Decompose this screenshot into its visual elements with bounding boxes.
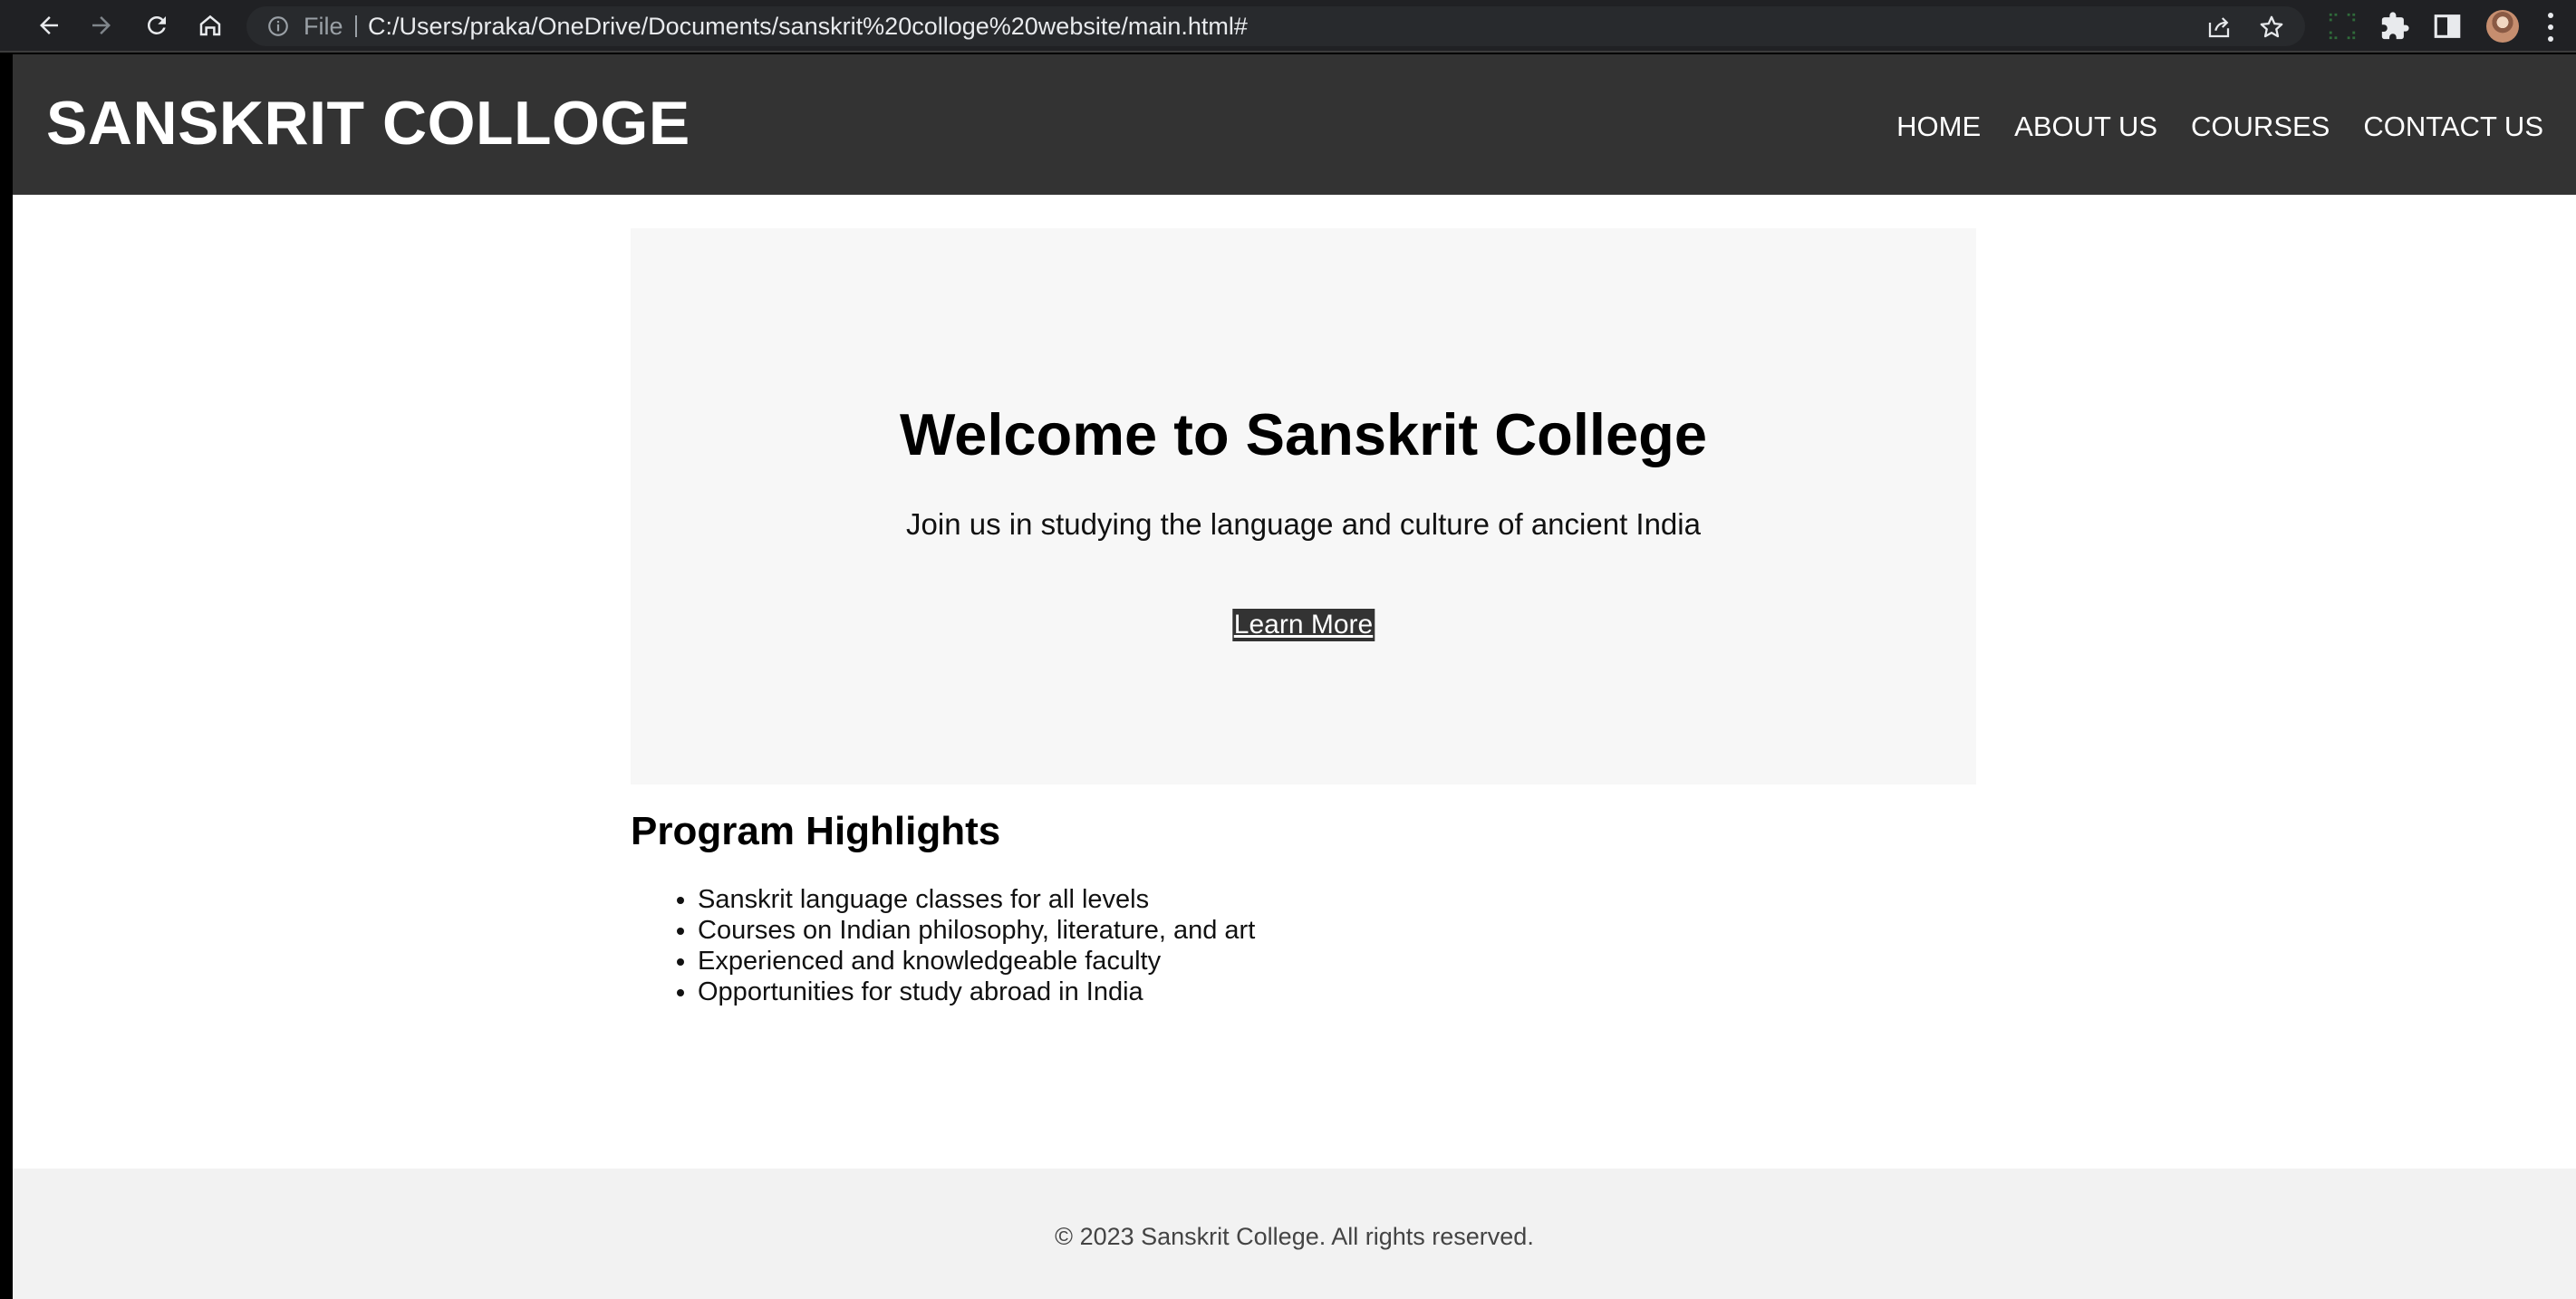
program-highlights: Program Highlights Sanskrit language cla…: [631, 812, 1976, 1007]
hero-title: Welcome to Sanskrit College: [900, 401, 1707, 467]
highlights-title: Program Highlights: [631, 809, 1001, 853]
list-item: Sanskrit language classes for all levels: [698, 884, 1976, 915]
nav-courses[interactable]: COURSES: [2191, 111, 2330, 143]
back-icon[interactable]: [29, 5, 69, 45]
site-header: SANSKRIT COLLOGE HOME ABOUT US COURSES C…: [13, 54, 2576, 195]
nav-contact-us[interactable]: CONTACT US: [2363, 111, 2543, 143]
kebab-menu-icon[interactable]: [2544, 13, 2557, 42]
site-logo: SANSKRIT COLLOGE: [46, 89, 690, 158]
address-bar[interactable]: File C:/Users/praka/OneDrive/Documents/s…: [246, 6, 2305, 46]
info-icon[interactable]: [266, 14, 290, 38]
main-nav: HOME ABOUT US COURSES CONTACT US: [1863, 111, 2543, 143]
puzzle-icon[interactable]: [2379, 11, 2410, 42]
side-panel-icon[interactable]: [2432, 11, 2463, 42]
scheme-label: File: [304, 13, 343, 40]
star-icon[interactable]: [2258, 14, 2285, 41]
screen: File C:/Users/praka/OneDrive/Documents/s…: [0, 0, 2576, 1299]
page-viewport: SANSKRIT COLLOGE HOME ABOUT US COURSES C…: [13, 54, 2576, 1299]
divider: [355, 15, 357, 37]
highlights-list: Sanskrit language classes for all levels…: [631, 884, 1976, 1007]
list-item: Experienced and knowledgeable faculty: [698, 946, 1976, 977]
copyright-text: © 2023 Sanskrit College. All rights rese…: [1055, 1223, 1534, 1250]
reload-icon[interactable]: [137, 5, 177, 45]
browser-toolbar: File C:/Users/praka/OneDrive/Documents/s…: [0, 0, 2576, 53]
nav-home[interactable]: HOME: [1896, 111, 1981, 143]
nav-about-us[interactable]: ABOUT US: [2014, 111, 2157, 143]
extension-icon[interactable]: [2327, 11, 2358, 42]
share-icon[interactable]: [2205, 14, 2233, 41]
site-footer: © 2023 Sanskrit College. All rights rese…: [13, 1169, 2576, 1299]
avatar[interactable]: [2486, 10, 2519, 43]
hero-section: Welcome to Sanskrit College Join us in s…: [631, 228, 1976, 784]
home-icon[interactable]: [190, 5, 230, 45]
list-item: Opportunities for study abroad in India: [698, 977, 1976, 1007]
url-text[interactable]: C:/Users/praka/OneDrive/Documents/sanskr…: [368, 14, 1248, 39]
hero-subtitle: Join us in studying the language and cul…: [906, 507, 1701, 541]
learn-more-button[interactable]: Learn More: [1231, 609, 1375, 641]
forward-icon[interactable]: [82, 5, 121, 45]
list-item: Courses on Indian philosophy, literature…: [698, 915, 1976, 946]
